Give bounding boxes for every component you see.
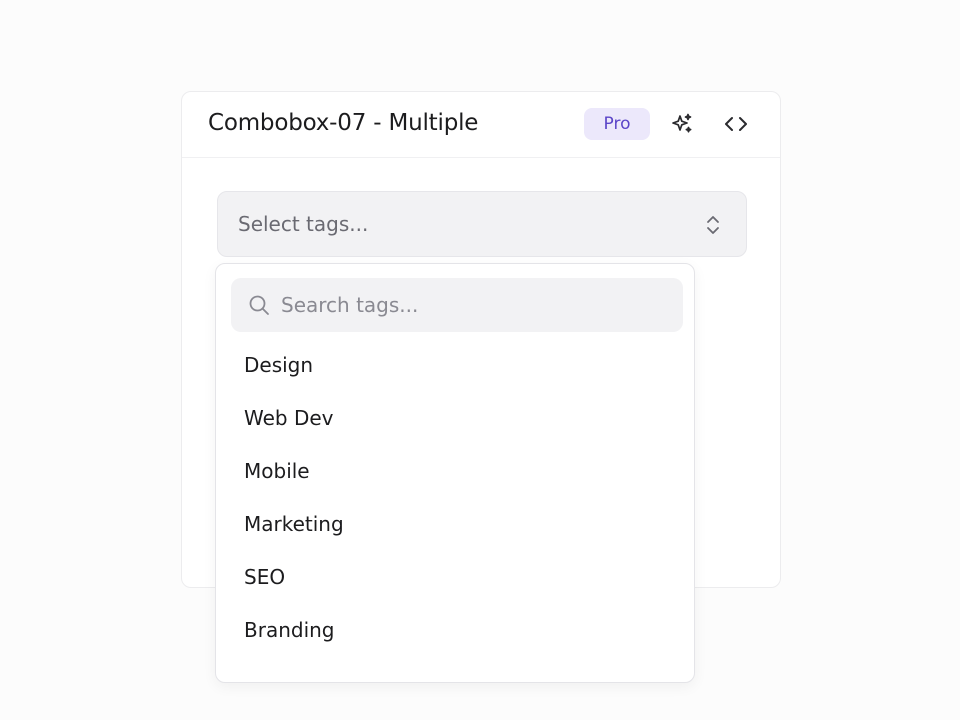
option-marketing[interactable]: Marketing	[216, 498, 694, 551]
option-web-dev[interactable]: Web Dev	[216, 392, 694, 445]
tags-dropdown: Design Web Dev Mobile Marketing SEO Bran…	[215, 263, 695, 683]
sparkles-icon[interactable]	[668, 110, 696, 138]
search-box[interactable]	[231, 278, 683, 332]
combobox-placeholder: Select tags...	[238, 212, 369, 236]
card-title: Combobox-07 - Multiple	[208, 110, 479, 136]
search-icon	[247, 293, 271, 317]
chevrons-up-down-icon	[704, 212, 722, 238]
option-mobile[interactable]: Mobile	[216, 445, 694, 498]
pro-badge: Pro	[584, 108, 650, 140]
card-header: Combobox-07 - Multiple Pro	[182, 92, 780, 158]
option-design[interactable]: Design	[216, 339, 694, 392]
tag-options-list: Design Web Dev Mobile Marketing SEO Bran…	[216, 339, 694, 657]
option-branding[interactable]: Branding	[216, 604, 694, 657]
code-icon[interactable]	[722, 110, 750, 138]
search-tags-input[interactable]	[281, 285, 671, 325]
option-seo[interactable]: SEO	[216, 551, 694, 604]
tags-combobox-trigger[interactable]: Select tags...	[217, 191, 747, 257]
